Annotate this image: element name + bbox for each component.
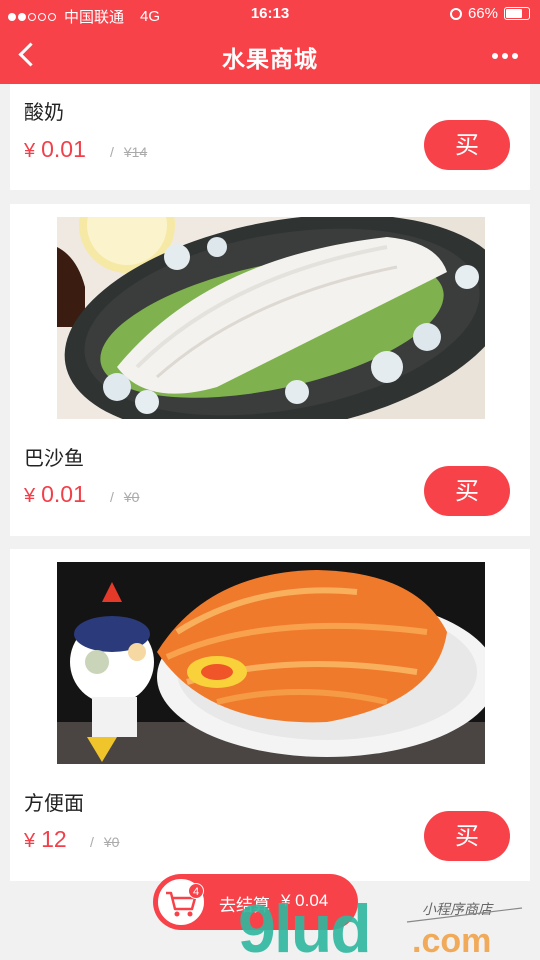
app-header: 中国联通 4G 16:13 66% 水果商城 — [0, 0, 540, 84]
battery-percent: 66% — [467, 5, 498, 22]
svg-text:小程序商店: 小程序商店 — [422, 902, 494, 918]
svg-text:.com: .com — [412, 922, 491, 960]
checkout-total: ¥ 0.04 — [281, 891, 329, 910]
price-separator: / — [90, 834, 94, 850]
price-separator: / — [110, 489, 114, 505]
price-value: 12 — [41, 826, 67, 852]
status-right: 66% — [449, 5, 530, 22]
battery-icon — [504, 7, 530, 20]
product-name: 巴沙鱼 — [24, 448, 84, 470]
alarm-icon — [449, 7, 462, 20]
original-price: / ¥14 — [110, 144, 147, 160]
checkout-button[interactable]: 4 去结算 ¥ 0.04 — [153, 874, 358, 930]
checkout-label: 去结算 — [219, 896, 270, 915]
original-price-value: ¥14 — [123, 144, 148, 160]
product-price: ¥0.01 — [24, 136, 86, 163]
currency-symbol: ¥ — [24, 830, 36, 852]
product-card: 方便面 ¥12 / ¥0 买 — [10, 549, 530, 881]
product-name: 酸奶 — [24, 102, 64, 124]
original-price-value: ¥0 — [123, 489, 140, 505]
price-value: 0.01 — [41, 481, 86, 507]
product-name: 方便面 — [24, 793, 84, 815]
navbar: 水果商城 — [0, 28, 540, 84]
currency-symbol: ¥ — [24, 485, 36, 507]
original-price: / ¥0 — [90, 834, 119, 850]
original-price: / ¥0 — [110, 489, 139, 505]
status-bar: 中国联通 4G 16:13 66% — [0, 0, 540, 28]
price-separator: / — [110, 144, 114, 160]
buy-button[interactable]: 买 — [424, 466, 510, 516]
more-options-icon[interactable] — [492, 53, 518, 59]
buy-button[interactable]: 买 — [424, 811, 510, 861]
product-card: 巴沙鱼 ¥0.01 / ¥0 买 — [10, 204, 530, 536]
product-image-fish — [57, 217, 485, 419]
cart-count-badge: 4 — [188, 883, 204, 899]
cart-icon[interactable]: 4 — [155, 876, 207, 928]
buy-button[interactable]: 买 — [424, 120, 510, 170]
price-value: 0.01 — [41, 136, 86, 162]
page-title: 水果商城 — [222, 46, 318, 72]
currency-symbol: ¥ — [24, 140, 36, 162]
product-image-noodles — [57, 562, 485, 764]
product-price: ¥12 — [24, 826, 67, 853]
product-price: ¥0.01 — [24, 481, 86, 508]
original-price-value: ¥0 — [103, 834, 120, 850]
product-card: 酸奶 ¥0.01 / ¥14 买 — [10, 84, 530, 190]
